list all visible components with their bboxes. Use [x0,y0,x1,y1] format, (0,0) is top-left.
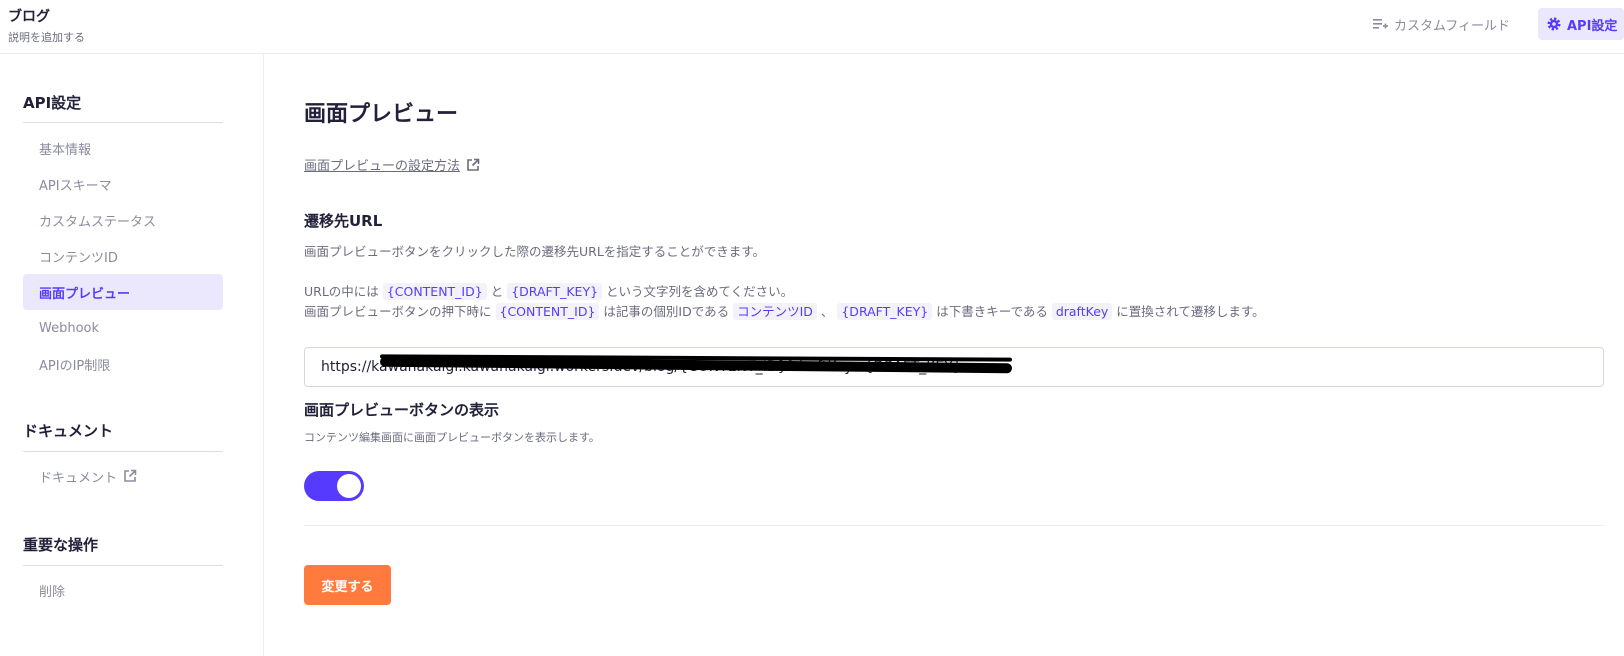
content-id-label: コンテンツID [733,303,817,320]
note-text: URLの中には [304,284,379,299]
note-text: という文字列を含めてください。 [606,284,794,299]
sidebar-item-label: APIのIP制限 [39,358,111,374]
app-description[interactable]: 説明を追加する [8,29,85,45]
sidebar-item-label: APIスキーマ [39,178,112,194]
app-title: ブログ [8,9,50,25]
help-link-label: 画面プレビューの設定方法 [304,159,461,174]
sidebar-item-label: Webhook [39,320,100,336]
external-link-icon [124,469,137,482]
url-section-desc: 画面プレビューボタンをクリックした際の遷移先URLを指定することができます。 [304,244,766,259]
sidebar-item-webhook[interactable]: Webhook [23,310,223,346]
sidebar-item-label: 削除 [39,584,66,600]
sidebar-item-documents[interactable]: ドキュメント [23,458,223,494]
header: ブログ 説明を追加する カスタムフィールド API設定 [0,0,1624,54]
external-link-icon [467,158,480,171]
api-settings-button[interactable]: API設定 [1538,8,1624,40]
playlist-add-icon [1373,19,1388,29]
api-settings-label: API設定 [1567,18,1618,34]
sidebar-item-ip-restriction[interactable]: APIのIP制限 [23,346,223,382]
preview-button-toggle[interactable] [304,471,364,501]
sidebar-item-label: ドキュメント [39,470,118,486]
custom-field-label: カスタムフィールド [1394,18,1510,34]
preview-help-link[interactable]: 画面プレビューの設定方法 [304,155,480,174]
sidebar: API設定 基本情報 APIスキーマ カスタムステータス コンテンツID 画面プ… [0,54,264,656]
url-section-title: 遷移先URL [304,212,383,230]
submit-button[interactable]: 変更する [304,565,391,605]
preview-button-section-desc: コンテンツ編集画面に画面プレビューボタンを表示します。 [304,431,600,444]
sidebar-item-basic-info[interactable]: 基本情報 [23,130,223,166]
content-id-token: {CONTENT_ID} [382,283,487,300]
sidebar-item-label: 基本情報 [39,142,92,158]
note-text: に置換されて遷移します。 [1116,304,1265,319]
toggle-knob [337,474,361,498]
draft-key-label: draftKey [1051,303,1113,320]
sidebar-item-content-id[interactable]: コンテンツID [23,238,223,274]
sidebar-section-title-api: API設定 [23,94,82,112]
note-text: 、 [820,304,834,319]
page-title: 画面プレビュー [304,102,459,127]
draft-key-token: {DRAFT_KEY} [507,283,603,300]
sidebar-item-delete[interactable]: 削除 [23,572,223,608]
custom-field-button[interactable]: カスタムフィールド [1372,8,1510,40]
note-text: と [490,284,504,299]
draft-key-token: {DRAFT_KEY} [837,303,933,320]
gear-icon [1547,17,1561,31]
sidebar-item-screen-preview[interactable]: 画面プレビュー [23,274,223,310]
main-content: 画面プレビュー 画面プレビューの設定方法 遷移先URL 画面プレビューボタンをク… [265,54,1624,656]
content-id-token: {CONTENT_ID} [495,303,600,320]
note-text: は下書きキーである [936,304,1048,319]
sidebar-item-label: カスタムステータス [39,214,157,230]
section-divider [304,525,1604,526]
sidebar-item-label: コンテンツID [39,250,118,266]
sidebar-item-custom-status[interactable]: カスタムステータス [23,202,223,238]
note-text: 画面プレビューボタンの押下時に [304,304,492,319]
sidebar-item-api-schema[interactable]: APIスキーマ [23,166,223,202]
sidebar-section-title-docs: ドキュメント [23,422,114,440]
note-text: は記事の個別IDである [603,304,730,319]
sidebar-divider [23,122,223,123]
sidebar-divider [23,451,223,452]
sidebar-item-label: 画面プレビュー [39,286,131,302]
sidebar-divider [23,565,223,566]
url-note-line-1: URLの中には {CONTENT_ID} と {DRAFT_KEY} という文字… [304,281,793,300]
preview-button-section-title: 画面プレビューボタンの表示 [304,401,500,419]
sidebar-section-title-danger: 重要な操作 [23,536,99,554]
url-note-line-2: 画面プレビューボタンの押下時に {CONTENT_ID} は記事の個別IDである… [304,301,1265,320]
